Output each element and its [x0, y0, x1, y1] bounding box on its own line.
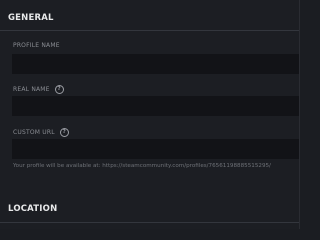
- help-icon[interactable]: ?: [59, 128, 69, 137]
- section-title-location: LOCATION: [8, 204, 58, 214]
- section-divider: [0, 30, 300, 31]
- profile-name-label: PROFILE NAME: [13, 42, 60, 49]
- section-divider: [0, 222, 300, 223]
- profile-name-input[interactable]: [12, 54, 300, 74]
- edit-profile-panel: GENERAL PROFILE NAME REAL NAME ? CUSTOM …: [0, 0, 300, 229]
- custom-url-label-row: CUSTOM URL ?: [13, 128, 69, 137]
- help-icon[interactable]: ?: [54, 85, 64, 94]
- custom-url-input[interactable]: [12, 139, 300, 159]
- panel-edge: [299, 0, 300, 229]
- real-name-label: REAL NAME: [13, 86, 50, 93]
- section-title-general: GENERAL: [8, 13, 54, 23]
- real-name-input[interactable]: [12, 96, 300, 116]
- custom-url-label: CUSTOM URL: [13, 129, 55, 136]
- profile-url-note: Your profile will be available at: https…: [13, 163, 271, 169]
- profile-name-label-row: PROFILE NAME: [13, 42, 60, 49]
- real-name-label-row: REAL NAME ?: [13, 85, 64, 94]
